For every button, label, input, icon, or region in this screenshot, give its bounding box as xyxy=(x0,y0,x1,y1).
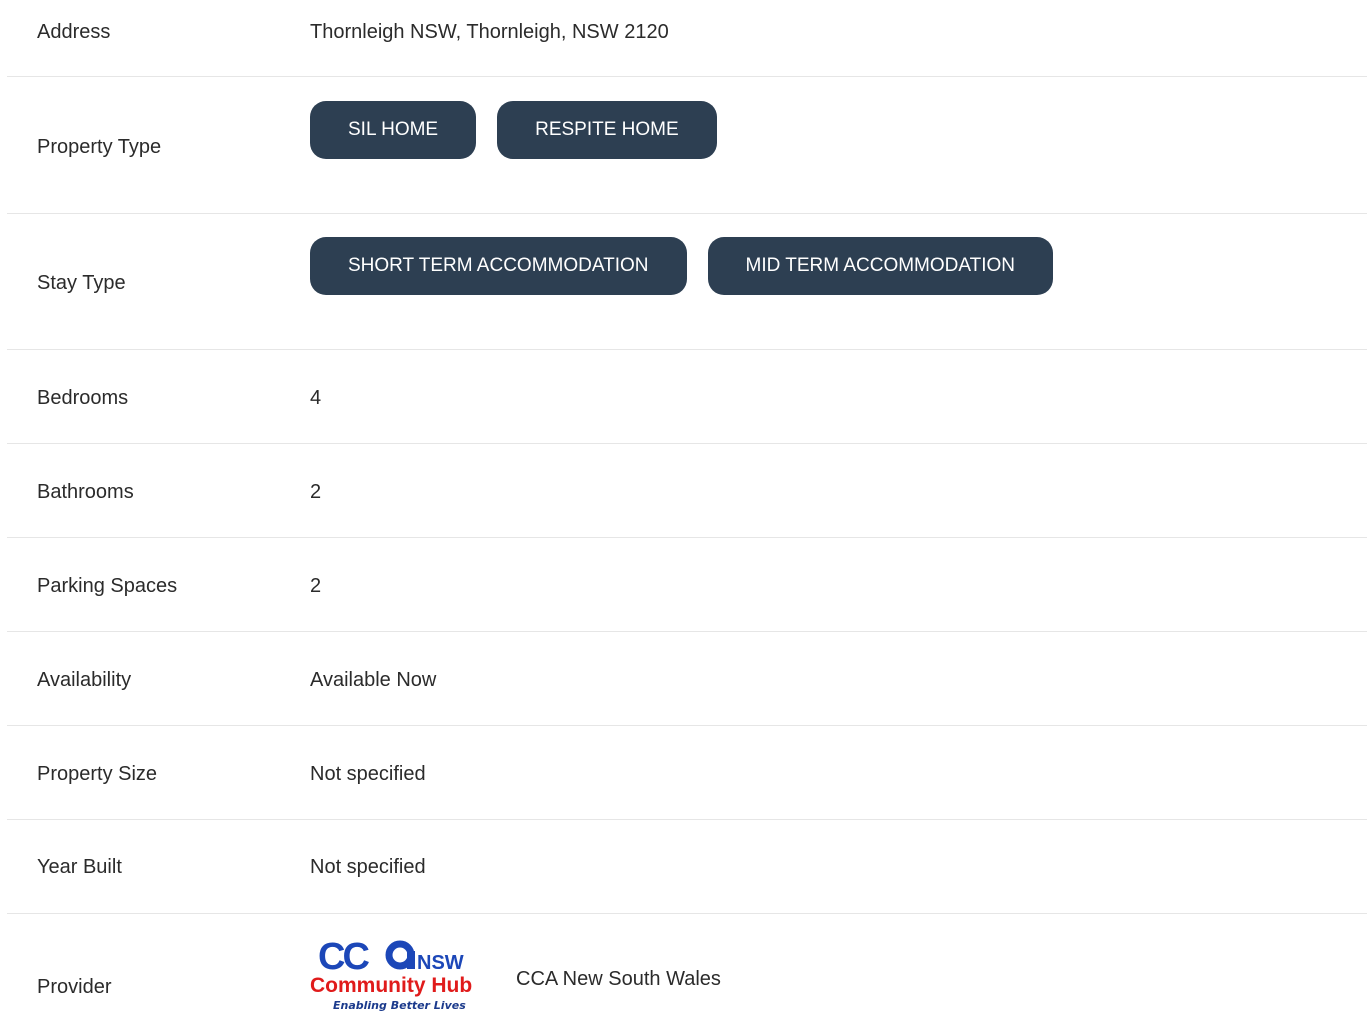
address-label: Address xyxy=(37,21,111,43)
provider-name[interactable]: CCA New South Wales xyxy=(516,968,721,991)
bathrooms-value: 2 xyxy=(310,481,322,503)
provider-logo[interactable]: CC NSW Community Hub Enabling Better Liv… xyxy=(310,935,485,1015)
row-property-type: Property Type SIL HOME RESPITE HOME xyxy=(7,77,1367,214)
stay-type-label: Stay Type xyxy=(37,272,126,294)
tag-mid-term-accommodation[interactable]: MID TERM ACCOMMODATION xyxy=(707,237,1054,295)
bedrooms-value: 4 xyxy=(310,387,322,409)
row-bedrooms: Bedrooms 4 xyxy=(7,350,1367,444)
address-value: Thornleigh NSW, Thornleigh, NSW 2120 xyxy=(310,21,669,43)
property-details-table: Address Thornleigh NSW, Thornleigh, NSW … xyxy=(7,0,1367,1016)
logo-community-hub-text: Community Hub xyxy=(310,974,472,997)
logo-a-stem xyxy=(407,951,415,969)
year-built-value: Not specified xyxy=(310,856,426,878)
logo-tagline-text: Enabling Better Lives xyxy=(333,999,466,1012)
row-property-size: Property Size Not specified xyxy=(7,726,1367,820)
tag-short-term-accommodation[interactable]: SHORT TERM ACCOMMODATION xyxy=(310,237,687,295)
property-size-value: Not specified xyxy=(310,763,426,785)
row-bathrooms: Bathrooms 2 xyxy=(7,444,1367,538)
tag-sil-home[interactable]: SIL HOME xyxy=(310,101,477,159)
row-parking-spaces: Parking Spaces 2 xyxy=(7,538,1367,632)
row-provider: Provider CC NSW Community Hub Enabling B… xyxy=(7,914,1367,1016)
logo-nsw-text: NSW xyxy=(417,952,464,974)
stay-type-tags: SHORT TERM ACCOMMODATION MID TERM ACCOMM… xyxy=(310,237,1054,295)
availability-value: Available Now xyxy=(310,669,437,691)
parking-spaces-value: 2 xyxy=(310,575,322,597)
property-type-tags: SIL HOME RESPITE HOME xyxy=(310,101,717,159)
parking-spaces-label: Parking Spaces xyxy=(37,575,178,597)
year-built-label: Year Built xyxy=(37,856,122,878)
logo-cc-text: CC xyxy=(318,936,369,978)
provider-label: Provider xyxy=(37,976,112,998)
row-stay-type: Stay Type SHORT TERM ACCOMMODATION MID T… xyxy=(7,214,1367,350)
row-address: Address Thornleigh NSW, Thornleigh, NSW … xyxy=(7,0,1367,77)
availability-label: Availability xyxy=(37,669,132,691)
row-availability: Availability Available Now xyxy=(7,632,1367,726)
bedrooms-label: Bedrooms xyxy=(37,387,129,409)
bathrooms-label: Bathrooms xyxy=(37,481,134,503)
property-type-label: Property Type xyxy=(37,136,162,158)
tag-respite-home[interactable]: RESPITE HOME xyxy=(497,101,717,159)
property-size-label: Property Size xyxy=(37,763,158,785)
row-year-built: Year Built Not specified xyxy=(7,820,1367,914)
